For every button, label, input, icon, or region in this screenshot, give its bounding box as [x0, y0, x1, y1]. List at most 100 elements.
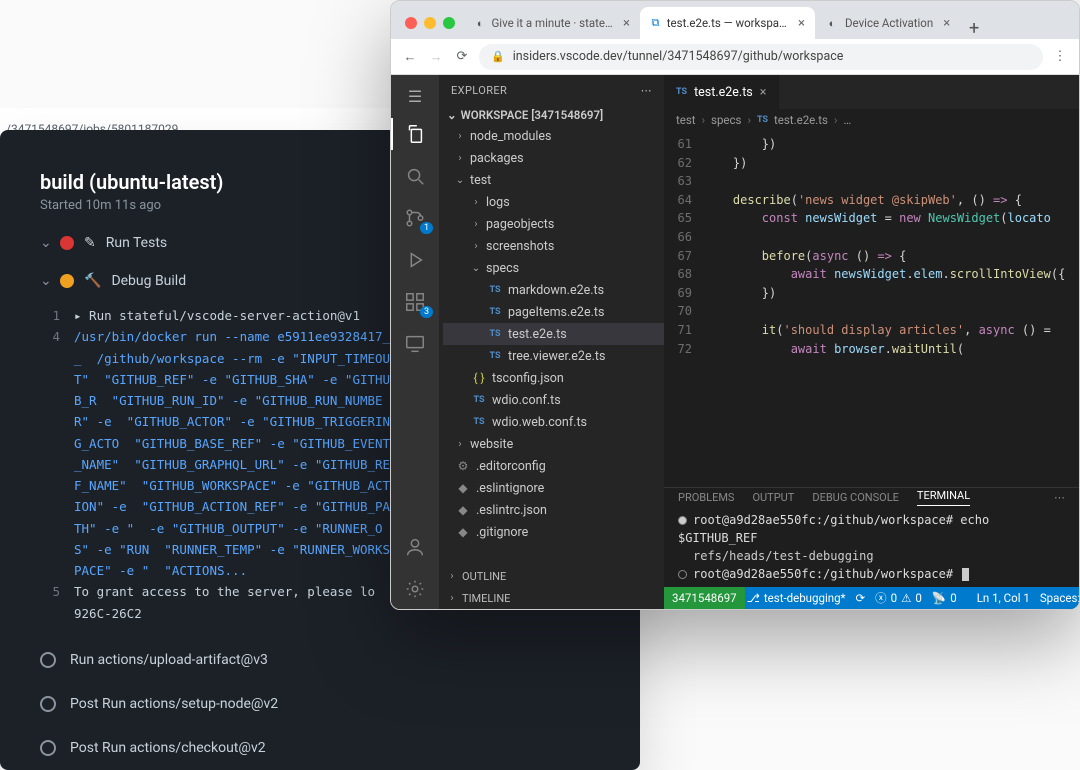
- pending-step[interactable]: Post Run actions/checkout@v2: [40, 740, 600, 756]
- problems-indicator[interactable]: ⓧ0⚠0: [875, 590, 922, 606]
- browser-tabstrip: ◐Give it a minute · stateful/vsco…× ⧉tes…: [391, 1, 1079, 39]
- chevron-down-icon: ⌄: [40, 273, 50, 289]
- status-bar: 3471548697 ⎇test-debugging* ⟳ ⓧ0⚠0 📡0 Ln…: [664, 587, 1079, 609]
- browser-tab[interactable]: ◐Device Activation×: [815, 7, 960, 39]
- folder-node[interactable]: ›packages: [443, 147, 664, 169]
- antenna-icon: 📡: [932, 591, 946, 605]
- circle-icon: [40, 652, 56, 668]
- bottom-panel: PROBLEMS OUTPUT DEBUG CONSOLE TERMINAL ⋯…: [664, 487, 1079, 587]
- breadcrumb[interactable]: test› specs› TS test.e2e.ts› …: [664, 109, 1079, 131]
- cursor-position[interactable]: Ln 1, Col 1: [977, 591, 1030, 605]
- status-running-icon: [60, 274, 74, 288]
- activity-bar: ☰ 1 3: [391, 75, 439, 609]
- remote-explorer-icon[interactable]: [391, 324, 439, 364]
- indent-indicator[interactable]: Spaces: 2: [1040, 591, 1080, 605]
- folder-node[interactable]: ›logs: [443, 191, 664, 213]
- step-label: Run Tests: [106, 235, 167, 251]
- file-node[interactable]: TSmarkdown.e2e.ts: [443, 279, 664, 301]
- file-node[interactable]: { }tsconfig.json: [443, 367, 664, 389]
- source-control-icon[interactable]: 1: [391, 198, 439, 238]
- workspace-header[interactable]: ⌄WORKSPACE [3471548697]: [439, 105, 664, 125]
- run-debug-icon[interactable]: [391, 240, 439, 280]
- circle-icon: [40, 740, 56, 756]
- more-icon[interactable]: ⋯: [1054, 491, 1065, 504]
- forward-icon[interactable]: →: [427, 49, 445, 65]
- file-node[interactable]: TStree.viewer.e2e.ts: [443, 345, 664, 367]
- editor-group: TStest.e2e.ts× test› specs› TS test.e2e.…: [664, 75, 1079, 609]
- bullet-icon: [678, 516, 687, 525]
- step-label: Debug Build: [111, 273, 186, 289]
- hammer-icon: 🔨: [84, 273, 101, 289]
- terminal[interactable]: root@a9d28ae550fc:/github/workspace# ech…: [664, 507, 1079, 587]
- pending-step[interactable]: Post Run actions/setup-node@v2: [40, 696, 600, 712]
- timeline-section[interactable]: ›TIMELINE: [439, 587, 664, 609]
- menu-icon[interactable]: ☰: [391, 81, 439, 112]
- extensions-icon[interactable]: ⋮: [1051, 49, 1069, 64]
- folder-node[interactable]: ›screenshots: [443, 235, 664, 257]
- editor-tab-active[interactable]: TStest.e2e.ts×: [664, 75, 779, 109]
- gear-icon[interactable]: [391, 569, 439, 609]
- lock-icon: 🔒: [491, 50, 505, 63]
- bullet-icon: [678, 570, 687, 579]
- folder-node[interactable]: ›website: [443, 433, 664, 455]
- close-icon[interactable]: ×: [798, 16, 805, 31]
- url-text: insiders.vscode.dev/tunnel/3471548697/gi…: [513, 49, 844, 64]
- browser-toolbar: ← → ⟳ 🔒 insiders.vscode.dev/tunnel/34715…: [391, 39, 1079, 75]
- folder-node[interactable]: ›pageobjects: [443, 213, 664, 235]
- browser-tab[interactable]: ◐Give it a minute · stateful/vsco…×: [465, 7, 640, 39]
- file-node[interactable]: TSwdio.conf.ts: [443, 389, 664, 411]
- tab-output[interactable]: OUTPUT: [752, 491, 794, 504]
- tab-debug-console[interactable]: DEBUG CONSOLE: [812, 491, 899, 504]
- remote-indicator[interactable]: 3471548697: [664, 587, 745, 609]
- explorer-icon[interactable]: [391, 114, 439, 154]
- cursor: [962, 568, 969, 581]
- file-node[interactable]: TSwdio.web.conf.ts: [443, 411, 664, 433]
- github-icon: ◐: [825, 16, 839, 30]
- explorer-label: EXPLORER: [451, 84, 507, 97]
- folder-node[interactable]: ›node_modules: [443, 125, 664, 147]
- account-icon[interactable]: [391, 527, 439, 567]
- vscode-icon: ⧉: [650, 16, 661, 30]
- extensions-icon[interactable]: 3: [391, 282, 439, 322]
- code-editor[interactable]: 61 }) 62 }) 63 64 describe('news widget …: [664, 131, 1079, 487]
- pencil-icon: ✎: [84, 235, 96, 251]
- file-tree[interactable]: ›node_modules ›packages ⌄test ›logs ›pag…: [439, 125, 664, 565]
- file-node[interactable]: TSpageItems.e2e.ts: [443, 301, 664, 323]
- tab-terminal[interactable]: TERMINAL: [917, 489, 970, 506]
- circle-icon: [40, 696, 56, 712]
- search-icon[interactable]: [391, 156, 439, 196]
- close-icon[interactable]: ×: [623, 16, 630, 31]
- address-bar[interactable]: 🔒 insiders.vscode.dev/tunnel/3471548697/…: [479, 44, 1043, 70]
- file-node[interactable]: ◆.gitignore: [443, 521, 664, 543]
- warning-icon: ⚠: [901, 591, 911, 605]
- github-icon: ◐: [475, 16, 485, 30]
- traffic-lights[interactable]: [399, 17, 465, 39]
- file-node[interactable]: ⚙.editorconfig: [443, 455, 664, 477]
- tab-problems[interactable]: PROBLEMS: [678, 491, 734, 504]
- ports-indicator[interactable]: 📡0: [932, 591, 957, 605]
- error-icon: ⓧ: [875, 590, 887, 606]
- explorer-sidebar: EXPLORER ⋯ ⌄WORKSPACE [3471548697] ›node…: [439, 75, 664, 609]
- browser-tab-active[interactable]: ⧉test.e2e.ts — workspace [347…×: [640, 7, 815, 39]
- status-fail-icon: [60, 236, 74, 250]
- branch-icon: ⎇: [747, 591, 760, 605]
- folder-node[interactable]: ⌄test: [443, 169, 664, 191]
- close-icon[interactable]: ×: [760, 85, 767, 100]
- more-icon[interactable]: ⋯: [641, 84, 652, 97]
- back-icon[interactable]: ←: [401, 49, 419, 65]
- new-tab-button[interactable]: +: [960, 18, 988, 39]
- file-node[interactable]: ◆.eslintignore: [443, 477, 664, 499]
- file-node[interactable]: ◆.eslintrc.json: [443, 499, 664, 521]
- browser-window: ◐Give it a minute · stateful/vsco…× ⧉tes…: [390, 0, 1080, 610]
- file-node-selected[interactable]: TStest.e2e.ts: [443, 323, 664, 345]
- ext-badge: 3: [420, 306, 433, 318]
- reload-icon[interactable]: ⟳: [453, 49, 471, 64]
- folder-node[interactable]: ⌄specs: [443, 257, 664, 279]
- sync-button[interactable]: ⟳: [856, 591, 866, 605]
- scm-badge: 1: [420, 222, 433, 234]
- pending-step[interactable]: Run actions/upload-artifact@v3: [40, 652, 600, 668]
- close-icon[interactable]: ×: [943, 16, 950, 31]
- editor-tabs: TStest.e2e.ts×: [664, 75, 1079, 109]
- branch-indicator[interactable]: ⎇test-debugging*: [747, 591, 846, 605]
- outline-section[interactable]: ›OUTLINE: [439, 565, 664, 587]
